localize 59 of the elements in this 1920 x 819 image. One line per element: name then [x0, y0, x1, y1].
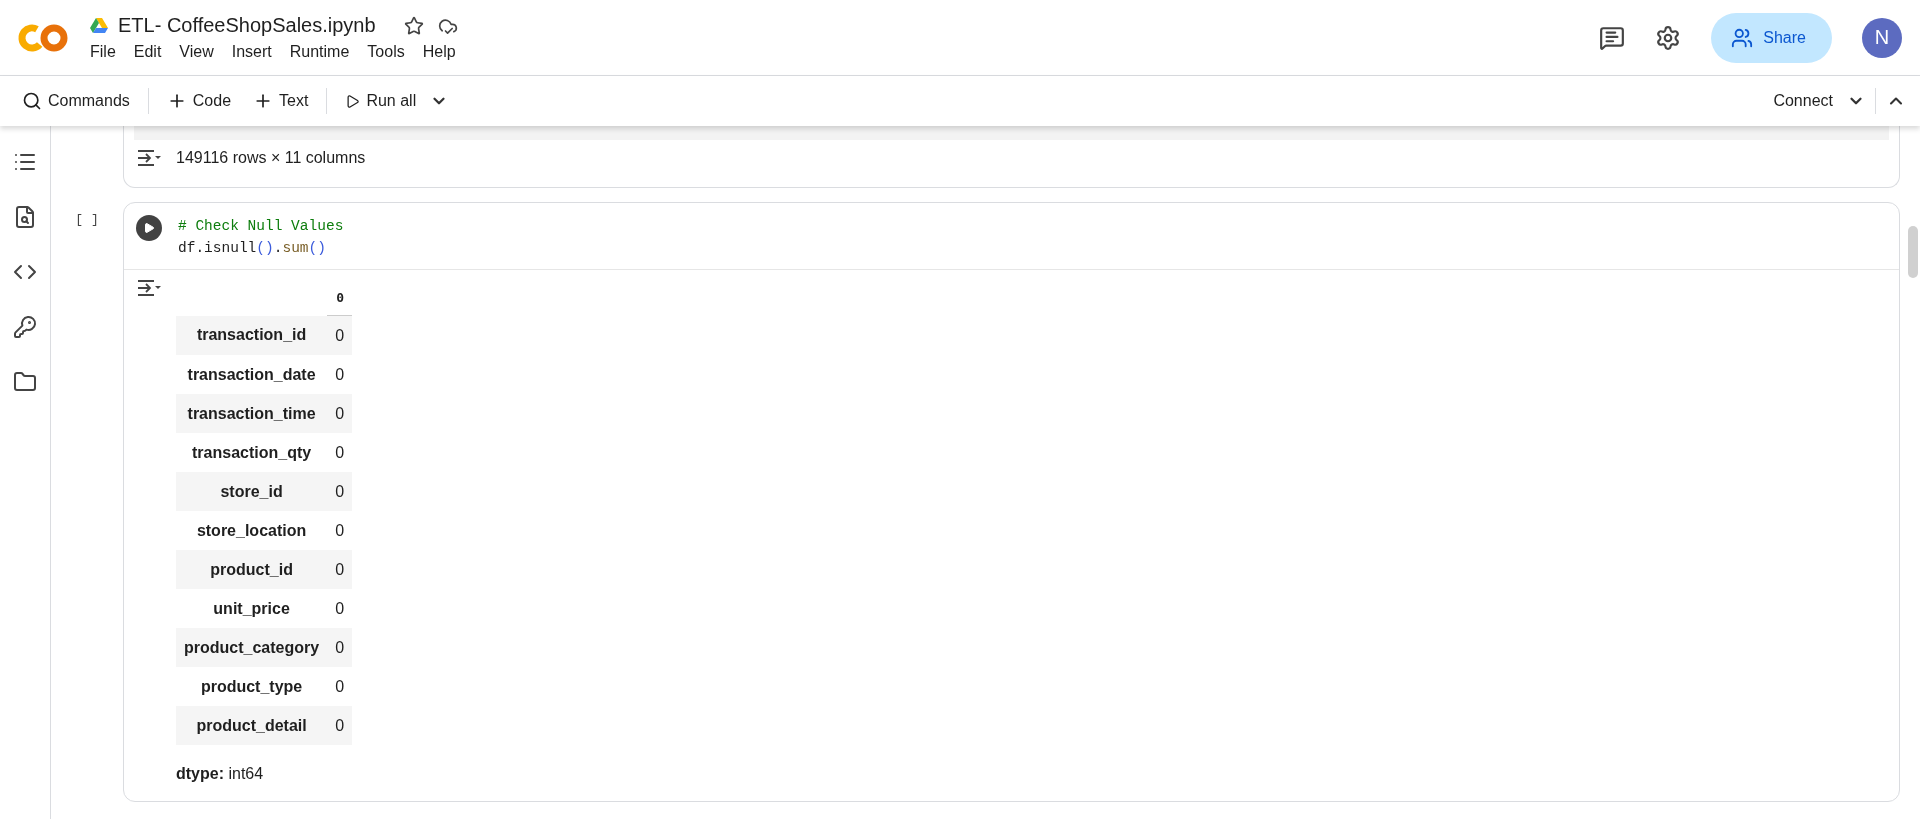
connect-button[interactable]: Connect — [1765, 88, 1841, 114]
run-cell-button[interactable] — [136, 215, 162, 241]
user-avatar[interactable]: N — [1862, 17, 1902, 58]
dtype-text: dtype: int64 — [176, 764, 265, 784]
execution-count: [ ] — [75, 212, 99, 227]
output-toggle-icon[interactable] — [136, 148, 162, 168]
menu-item[interactable]: Insert — [231, 43, 278, 61]
table-cell: 0 — [327, 315, 353, 355]
search-icon — [22, 91, 42, 111]
share-button[interactable]: Share — [1711, 12, 1832, 63]
table-cell: 0 — [327, 394, 353, 433]
drive-icon — [90, 17, 108, 34]
table-cell: 0 — [327, 589, 353, 628]
dataframe-summary: 149116 rows × 11 columns — [176, 148, 366, 168]
row-label: store_id — [176, 472, 328, 511]
table-cell: 0 — [327, 628, 353, 667]
row-label: transaction_date — [176, 355, 328, 394]
column-header: 0 — [327, 284, 353, 316]
table-cell: 0 — [327, 355, 353, 394]
star-icon[interactable] — [403, 15, 424, 36]
notebook-title[interactable]: ETL- CoffeeShopSales.ipynb — [118, 14, 376, 37]
logo-icon[interactable] — [18, 22, 68, 53]
row-label: product_type — [176, 667, 328, 706]
people-icon — [1731, 26, 1754, 49]
table-cell: 0 — [327, 550, 353, 589]
menu-item[interactable]: Edit — [133, 43, 168, 61]
key-icon[interactable] — [13, 315, 37, 339]
menu-item[interactable]: Runtime — [289, 43, 356, 61]
folder-icon[interactable] — [13, 370, 37, 394]
row-label: unit_price — [176, 589, 328, 628]
run-all-button[interactable]: Run all — [337, 88, 425, 114]
table-cell: 0 — [327, 706, 353, 745]
play-icon — [345, 93, 361, 109]
menu-item[interactable]: View — [179, 43, 220, 61]
table-cell: 0 — [327, 433, 353, 472]
add-code-button[interactable]: Code — [158, 87, 240, 115]
table-cell: 0 — [327, 667, 353, 706]
settings-icon[interactable] — [1655, 24, 1682, 51]
menu-item[interactable]: File — [90, 43, 122, 61]
table-cell: 0 — [327, 472, 353, 511]
output-toggle-icon[interactable] — [136, 278, 162, 298]
commands-button[interactable]: Commands — [14, 87, 138, 115]
row-label: transaction_time — [176, 394, 328, 433]
comments-icon[interactable] — [1599, 24, 1626, 51]
find-icon[interactable] — [13, 205, 37, 229]
play-icon — [143, 222, 155, 234]
add-text-button[interactable]: Text — [245, 87, 317, 115]
menu-item[interactable]: Tools — [367, 43, 411, 61]
code-line: # Check Null Values — [178, 217, 344, 236]
row-label: store_location — [176, 511, 328, 550]
table-cell: 0 — [327, 511, 353, 550]
menu-item[interactable]: Help — [422, 43, 462, 61]
scrollbar[interactable] — [1908, 226, 1918, 278]
row-label: transaction_id — [176, 315, 328, 355]
code-line: df.isnull().sum() — [178, 239, 327, 258]
row-label: product_id — [176, 550, 328, 589]
row-label: transaction_qty — [176, 433, 328, 472]
row-label: product_category — [176, 628, 328, 667]
row-label: product_detail — [176, 706, 328, 745]
